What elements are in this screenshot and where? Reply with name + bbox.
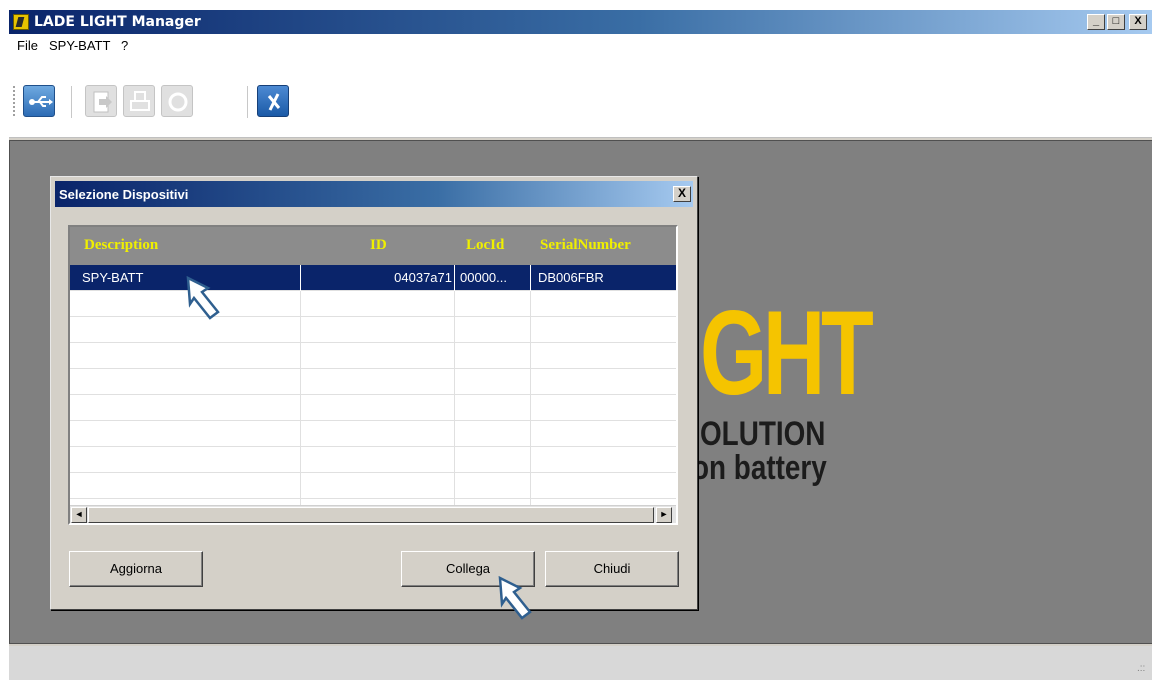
column-divider [454,291,455,505]
resize-grip[interactable]: .:: [1137,664,1147,674]
scroll-right-button[interactable]: ► [656,507,672,523]
column-divider [530,291,531,505]
empty-row[interactable] [70,317,676,343]
pointer-arrow-icon [498,576,532,620]
device-list[interactable]: Description ID LocId SerialNumber SPY-BA… [68,225,678,525]
menu-help[interactable]: ? [121,38,128,53]
cell-locid: 00000... [460,270,507,285]
column-header-id[interactable]: ID [370,237,387,254]
device-selection-dialog: Selezione Dispositivi X Description ID L… [50,176,698,610]
empty-row[interactable] [70,369,676,395]
menu-bar: File SPY-BATT ? [9,34,1152,58]
empty-row[interactable] [70,447,676,473]
logo-text-line1: OLUTION [700,415,826,453]
title-bar[interactable]: LADE LIGHT Manager _ □ X [9,10,1152,34]
column-divider [300,291,301,505]
toolbar [9,58,1152,138]
empty-row[interactable] [70,473,676,499]
pointer-arrow-icon [186,276,220,320]
usb-connect-button[interactable] [23,85,55,117]
column-header-description[interactable]: Description [84,237,158,254]
print-button[interactable] [123,85,155,117]
toolbar-grip[interactable] [13,86,16,116]
column-header-locid[interactable]: LocId [466,237,504,254]
dialog-title-bar[interactable]: Selezione Dispositivi X [55,181,693,207]
refresh-button[interactable] [161,85,193,117]
app-icon [13,14,29,30]
export-icon [93,91,112,113]
empty-row[interactable] [70,291,676,317]
empty-row[interactable] [70,343,676,369]
close-connection-icon [267,93,281,111]
list-header: Description ID LocId SerialNumber [70,227,676,265]
empty-row[interactable] [70,421,676,447]
column-header-serialnumber[interactable]: SerialNumber [540,237,631,254]
cell-id: 04037a71 [394,270,452,285]
toolbar-separator [247,86,248,118]
toolbar-separator [71,86,72,118]
scroll-left-button[interactable]: ◄ [71,507,87,523]
menu-file[interactable]: File [17,38,38,53]
close-button[interactable]: X [1129,14,1147,30]
maximize-button[interactable]: □ [1107,14,1125,30]
export-button[interactable] [85,85,117,117]
logo-text-line2: on battery [692,449,827,487]
refresh-devices-button[interactable]: Aggiorna [69,551,203,587]
refresh-icon [168,92,188,112]
minimize-button[interactable]: _ [1087,14,1105,30]
cell-serialnumber: DB006FBR [538,270,604,285]
usb-icon [29,96,53,107]
close-dialog-button[interactable]: Chiudi [545,551,679,587]
dialog-title: Selezione Dispositivi [59,187,189,202]
scroll-thumb[interactable] [88,507,654,523]
table-row[interactable]: SPY-BATT 04037a71 00000... DB006FBR [70,265,676,291]
cell-description: SPY-BATT [82,270,144,285]
disconnect-button[interactable] [257,85,289,117]
logo-text-big: GHT [700,286,874,420]
print-icon [130,91,150,111]
horizontal-scrollbar[interactable]: ◄ ► [70,505,676,523]
status-bar: .:: [9,646,1152,680]
menu-spy-batt[interactable]: SPY-BATT [49,38,110,53]
empty-row[interactable] [70,395,676,421]
dialog-close-button[interactable]: X [673,186,691,202]
window-title: LADE LIGHT Manager [34,14,201,30]
